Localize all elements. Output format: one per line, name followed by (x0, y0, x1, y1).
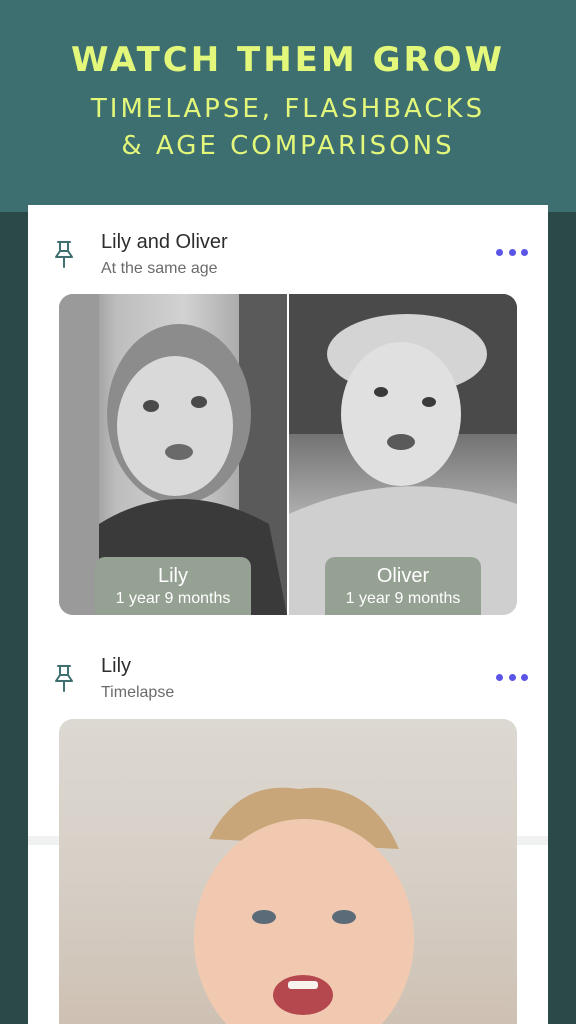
baby-photo-illustration (194, 787, 414, 1024)
child-name: Oliver (376, 565, 430, 587)
card-title: Lily (101, 655, 132, 677)
pin-icon[interactable] (52, 663, 76, 693)
comparison-photo-lily[interactable]: Lily 1 year 9 months (59, 294, 287, 615)
child-name: Lily (157, 565, 188, 587)
card-title: Lily and Oliver (101, 231, 228, 253)
more-dots-icon[interactable] (496, 245, 528, 259)
promo-banner: WATCH THEM GROW TIMELAPSE, FLASHBACKS & … (0, 0, 576, 212)
banner-subheadline-line1: TIMELAPSE, FLASHBACKS (90, 94, 486, 124)
timelapse-photo[interactable] (59, 719, 517, 1024)
moments-feed[interactable]: Lily and Oliver At the same age Lily 1 y… (28, 205, 548, 1024)
comparison-photo-oliver[interactable]: Oliver 1 year 9 months (289, 294, 517, 615)
banner-subheadline-line2: & AGE COMPARISONS (121, 131, 455, 161)
more-dots-icon[interactable] (496, 670, 528, 684)
child-age: 1 year 9 months (345, 590, 461, 607)
child-age: 1 year 9 months (115, 590, 231, 607)
age-label: Oliver 1 year 9 months (325, 557, 481, 615)
card-subtitle: At the same age (101, 260, 218, 277)
card-subtitle: Timelapse (101, 684, 175, 701)
age-comparison-photos[interactable]: Lily 1 year 9 months Oliver 1 year 9 mon… (59, 294, 517, 615)
pin-icon[interactable] (52, 239, 76, 269)
age-label: Lily 1 year 9 months (95, 557, 251, 615)
banner-headline: WATCH THEM GROW (70, 40, 506, 80)
